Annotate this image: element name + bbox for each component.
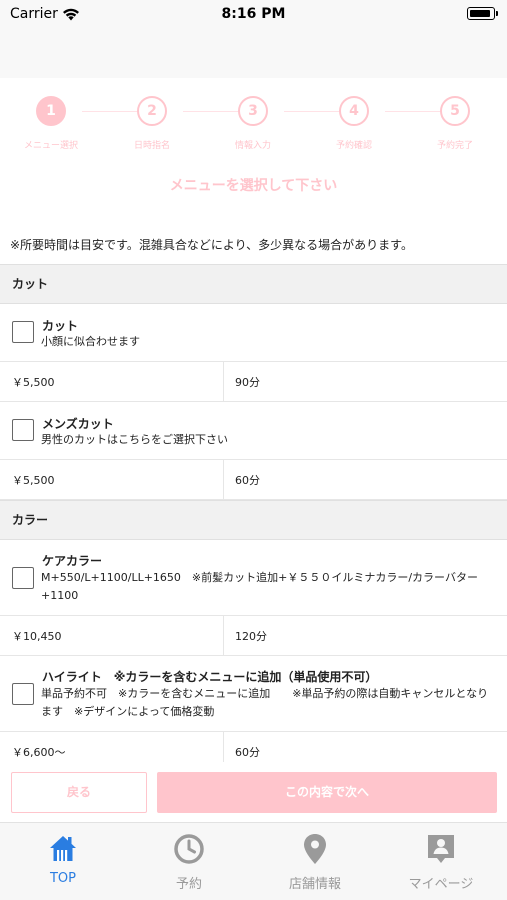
tab-label: 店舗情報 bbox=[288, 877, 341, 892]
menu-item-description: 小顔に似合わせます bbox=[41, 335, 140, 348]
step-label: 予約完了 bbox=[436, 141, 473, 151]
tab-my-page[interactable]: マイページ bbox=[378, 823, 504, 900]
step-number: 5 bbox=[440, 96, 470, 126]
menu-item-description: M+550/L+1100/LL+1650 ※前髪カット追加+￥５５０イルミナカラ… bbox=[41, 571, 478, 602]
step-label: 予約確認 bbox=[335, 141, 372, 151]
menu-checkbox[interactable] bbox=[12, 321, 34, 343]
map-pin-icon bbox=[304, 834, 326, 864]
tab-bar: TOP 予約 店舗情報 マイページ bbox=[0, 822, 507, 900]
next-button[interactable]: この内容で次へ bbox=[157, 772, 497, 813]
price-divider bbox=[223, 362, 224, 402]
step-4: 4 予約確認 bbox=[309, 96, 399, 151]
home-icon bbox=[50, 836, 76, 861]
menu-item-cut[interactable]: カット 小顔に似合わせます bbox=[0, 304, 507, 362]
contact-card-icon bbox=[428, 835, 454, 863]
step-number: 1 bbox=[36, 96, 66, 126]
tab-label: TOP bbox=[49, 871, 76, 886]
battery-icon bbox=[467, 7, 498, 20]
menu-item-name: ハイライト ※カラーを含むメニューに追加（単品使用不可） bbox=[42, 670, 378, 684]
menu-item-price: ￥5,500 bbox=[12, 474, 55, 487]
menu-item-price: ￥6,600〜 bbox=[12, 746, 66, 759]
price-row: ￥5,500 90分 bbox=[0, 362, 507, 402]
menu-item-duration: 90分 bbox=[235, 376, 260, 389]
menu-item-highlight[interactable]: ハイライト ※カラーを含むメニューに追加（単品使用不可） 単品予約不可 ※カラー… bbox=[0, 656, 507, 732]
action-bar: 戻る この内容で次へ bbox=[0, 762, 507, 822]
step-2: 2 日時指名 bbox=[107, 96, 197, 151]
price-row: ￥10,450 120分 bbox=[0, 616, 507, 656]
menu-item-duration: 120分 bbox=[235, 630, 267, 643]
tab-store-info[interactable]: 店舗情報 bbox=[252, 823, 378, 900]
menu-item-description: 男性のカットはこちらをご選択下さい bbox=[41, 433, 228, 446]
menu-item-price: ￥5,500 bbox=[12, 376, 55, 389]
step-5: 5 予約完了 bbox=[410, 96, 500, 151]
step-label: 日時指名 bbox=[133, 141, 170, 151]
menu-item-name: カット bbox=[42, 319, 79, 333]
category-header-cut: カット bbox=[0, 264, 507, 304]
menu-item-mens-cut[interactable]: メンズカット 男性のカットはこちらをご選択下さい bbox=[0, 402, 507, 460]
back-button[interactable]: 戻る bbox=[11, 772, 147, 813]
duration-notice: ※所要時間は目安です。混雑具合などにより、多少異なる場合があります。 bbox=[10, 238, 413, 252]
menu-item-description: 単品予約不可 ※カラーを含むメニューに追加 ※単品予約の際は自動キャンセルとなり… bbox=[41, 687, 489, 718]
step-label: メニュー選択 bbox=[23, 141, 78, 151]
price-divider bbox=[223, 616, 224, 656]
menu-checkbox[interactable] bbox=[12, 419, 34, 441]
step-1: 1 メニュー選択 bbox=[6, 96, 96, 151]
tab-label: 予約 bbox=[175, 877, 202, 892]
menu-item-name: メンズカット bbox=[42, 417, 114, 431]
menu-list[interactable]: カット カット 小顔に似合わせます ￥5,500 90分 メンズカット 男性のカ… bbox=[0, 264, 507, 772]
status-bar: Carrier 8:16 PM bbox=[0, 0, 507, 30]
step-number: 3 bbox=[238, 96, 268, 126]
step-number: 2 bbox=[137, 96, 167, 126]
price-row: ￥5,500 60分 bbox=[0, 460, 507, 500]
menu-checkbox[interactable] bbox=[12, 683, 34, 705]
category-header-color: カラー bbox=[0, 500, 507, 540]
navigation-bar bbox=[0, 30, 507, 78]
menu-item-name: ケアカラー bbox=[42, 554, 103, 568]
price-divider bbox=[223, 460, 224, 500]
menu-item-duration: 60分 bbox=[235, 746, 260, 759]
tab-reservation[interactable]: 予約 bbox=[126, 823, 252, 900]
menu-item-care-color[interactable]: ケアカラー M+550/L+1100/LL+1650 ※前髪カット追加+￥５５０… bbox=[0, 540, 507, 616]
clock: 8:16 PM bbox=[221, 6, 286, 22]
tab-top[interactable]: TOP bbox=[0, 823, 126, 900]
menu-checkbox[interactable] bbox=[12, 567, 34, 589]
tab-label: マイページ bbox=[408, 877, 474, 892]
clock-icon bbox=[174, 834, 204, 864]
step-3: 3 情報入力 bbox=[208, 96, 298, 151]
step-label: 情報入力 bbox=[234, 141, 271, 151]
step-number: 4 bbox=[339, 96, 369, 126]
progress-steps: 1 メニュー選択 2 日時指名 3 情報入力 4 予約確認 5 予約完了 bbox=[0, 96, 507, 156]
menu-item-duration: 60分 bbox=[235, 474, 260, 487]
menu-item-price: ￥10,450 bbox=[12, 630, 62, 643]
page-title: メニューを選択して下さい bbox=[169, 178, 338, 194]
